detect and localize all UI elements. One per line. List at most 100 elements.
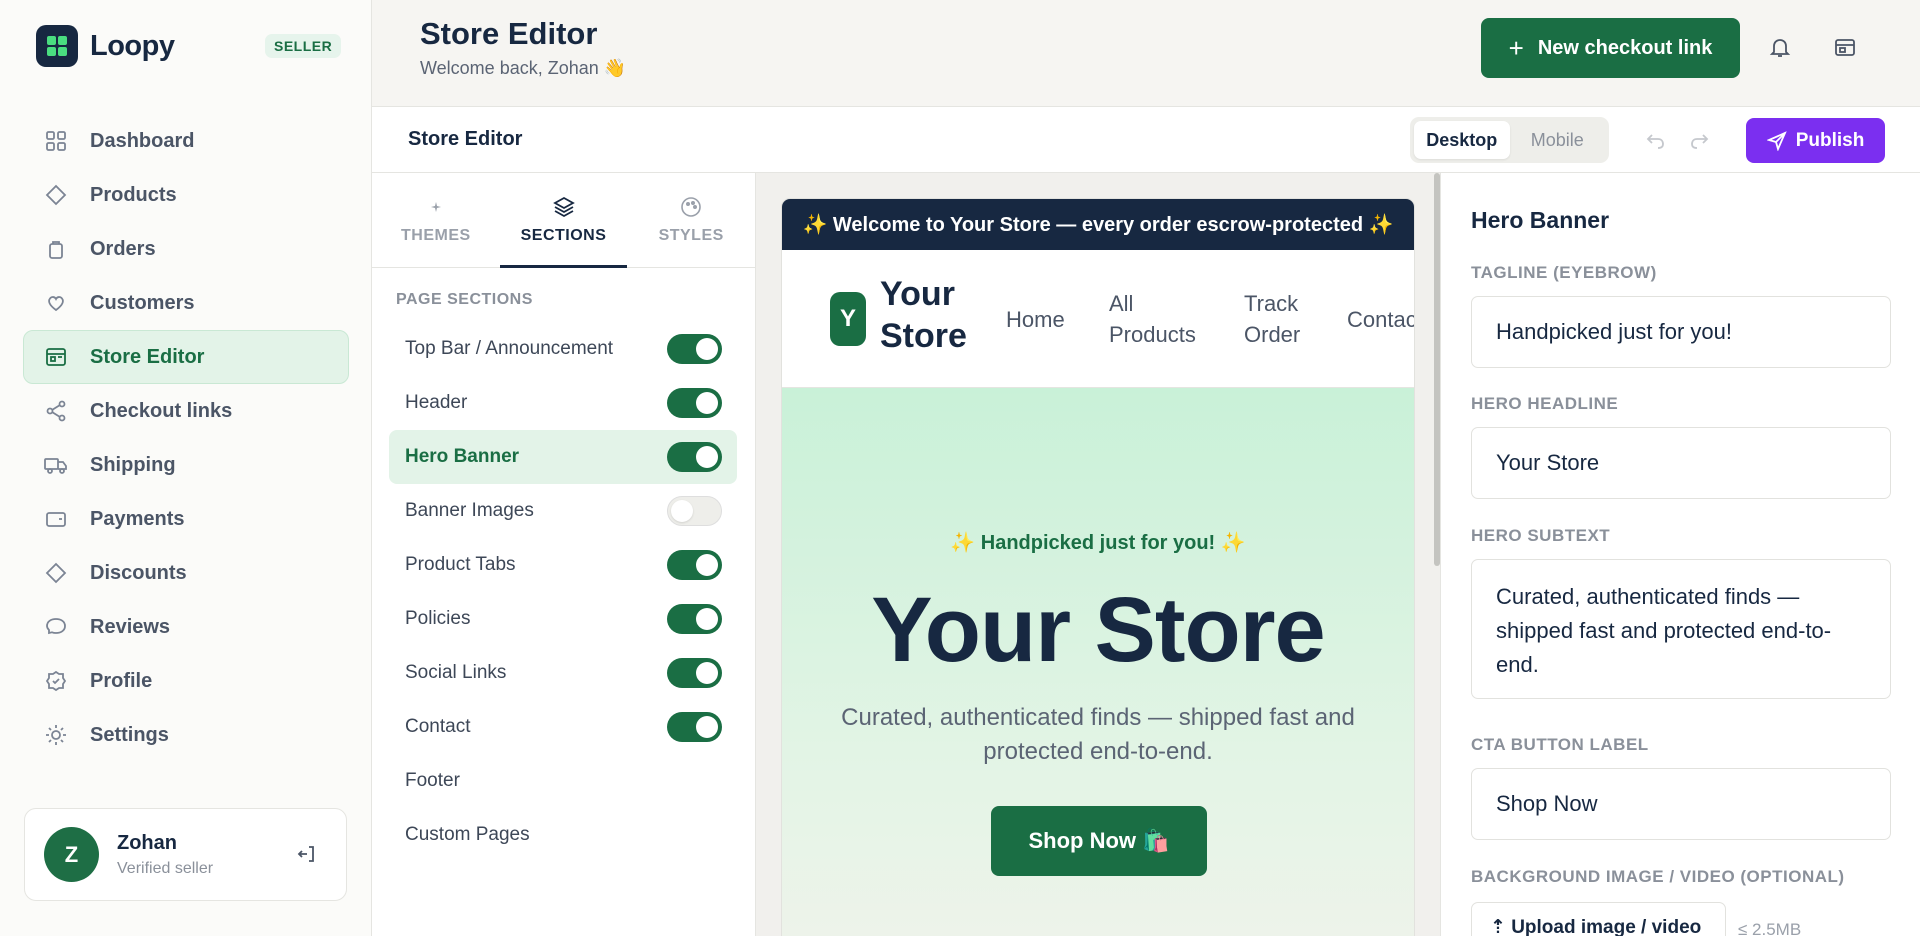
hero-cta-button[interactable]: Shop Now 🛍️ bbox=[991, 806, 1207, 876]
tab-label: SECTIONS bbox=[520, 227, 607, 244]
store-nav-contact[interactable]: Contact bbox=[1347, 250, 1414, 388]
sidebar-item-orders[interactable]: Orders bbox=[23, 222, 349, 276]
sidebar-item-customers[interactable]: Customers bbox=[23, 276, 349, 330]
cta-label: CTA BUTTON LABEL bbox=[1471, 735, 1649, 754]
section-label: Contact bbox=[405, 716, 471, 737]
upload-button[interactable]: ⇡ Upload image / video bbox=[1471, 902, 1726, 936]
section-list: Top Bar / Announcement Header Hero Banne… bbox=[372, 322, 755, 862]
plus-icon: + bbox=[1508, 32, 1524, 63]
desktop-view-button[interactable]: Desktop bbox=[1414, 121, 1510, 159]
mobile-view-button[interactable]: Mobile bbox=[1510, 121, 1606, 159]
brand[interactable]: Loopy bbox=[36, 25, 175, 67]
subtext-textarea[interactable]: Curated, authenticated finds — shipped f… bbox=[1471, 559, 1891, 699]
section-row-custom-pages[interactable]: Custom Pages bbox=[389, 808, 737, 862]
sidebar-item-label: Checkout links bbox=[90, 399, 233, 422]
tab-themes[interactable]: THEMES bbox=[372, 173, 500, 267]
sidebar-item-products[interactable]: Products bbox=[23, 168, 349, 222]
section-row-banner-images[interactable]: Banner Images bbox=[389, 484, 737, 538]
sidebar-nav: Dashboard Products Orders Customers Stor… bbox=[23, 114, 349, 762]
section-row-social-links[interactable]: Social Links bbox=[389, 646, 737, 700]
section-row-contact[interactable]: Contact bbox=[389, 700, 737, 754]
section-label: Header bbox=[405, 392, 468, 413]
section-toggle[interactable] bbox=[667, 712, 722, 742]
sidebar-item-label: Shipping bbox=[90, 453, 176, 476]
section-row-policies[interactable]: Policies bbox=[389, 592, 737, 646]
editor-title: Store Editor bbox=[408, 128, 523, 150]
tab-sections[interactable]: SECTIONS bbox=[499, 173, 628, 268]
section-label: Product Tabs bbox=[405, 554, 516, 575]
top-header: Store Editor Welcome back, Zohan 👋 + New… bbox=[372, 0, 1920, 107]
sidebar-item-label: Store Editor bbox=[90, 345, 205, 368]
section-toggle[interactable] bbox=[667, 442, 722, 472]
sidebar-item-payments[interactable]: Payments bbox=[23, 492, 349, 546]
sidebar-item-reviews[interactable]: Reviews bbox=[23, 600, 349, 654]
bell-icon[interactable] bbox=[1766, 33, 1794, 61]
tag-icon bbox=[44, 561, 68, 585]
undo-icon[interactable] bbox=[1644, 129, 1666, 156]
new-checkout-link-label: New checkout link bbox=[1537, 36, 1713, 59]
logout-icon[interactable] bbox=[296, 843, 318, 870]
user-info: Zohan Verified seller bbox=[117, 832, 213, 878]
section-label: Banner Images bbox=[405, 500, 534, 521]
user-name: Zohan bbox=[117, 831, 177, 854]
new-checkout-link-button[interactable]: + New checkout link bbox=[1481, 18, 1740, 78]
store-nav-all-products[interactable]: All Products bbox=[1109, 250, 1209, 388]
sparkle-icon bbox=[428, 195, 444, 219]
background-label: BACKGROUND IMAGE / VIDEO (OPTIONAL) bbox=[1471, 867, 1845, 886]
sidebar: Loopy SELLER Dashboard Products Orders C… bbox=[0, 0, 372, 936]
welcome-text: Welcome back, Zohan 👋 bbox=[420, 58, 627, 78]
tab-styles[interactable]: STYLES bbox=[627, 173, 755, 267]
palette-icon bbox=[680, 195, 702, 219]
section-row-top-bar[interactable]: Top Bar / Announcement bbox=[389, 322, 737, 376]
sidebar-item-label: Settings bbox=[90, 723, 169, 746]
send-icon bbox=[1766, 130, 1787, 151]
section-row-header[interactable]: Header bbox=[389, 376, 737, 430]
section-row-footer[interactable]: Footer bbox=[389, 754, 737, 808]
sidebar-item-discounts[interactable]: Discounts bbox=[23, 546, 349, 600]
section-toggle[interactable] bbox=[667, 388, 722, 418]
sidebar-item-settings[interactable]: Settings bbox=[23, 708, 349, 762]
hero-banner[interactable]: ✨ Handpicked just for you! ✨ Your Store … bbox=[782, 388, 1414, 936]
section-toggle[interactable] bbox=[667, 334, 722, 364]
brand-logo-icon bbox=[36, 25, 78, 67]
badge-icon bbox=[44, 669, 68, 693]
share-icon bbox=[44, 399, 68, 423]
sidebar-item-shipping[interactable]: Shipping bbox=[23, 438, 349, 492]
store-nav-home[interactable]: Home bbox=[1006, 250, 1065, 388]
sidebar-item-store-editor[interactable]: Store Editor bbox=[23, 330, 349, 384]
store-name: Your Store bbox=[880, 275, 967, 355]
wallet-icon bbox=[44, 507, 68, 531]
section-label: Social Links bbox=[405, 662, 507, 683]
cta-input[interactable]: Shop Now bbox=[1471, 768, 1891, 840]
sidebar-item-dashboard[interactable]: Dashboard bbox=[23, 114, 349, 168]
section-row-hero-banner[interactable]: Hero Banner bbox=[389, 430, 737, 484]
sidebar-item-label: Discounts bbox=[90, 561, 187, 584]
sections-panel: THEMES SECTIONS STYLES PAGE SECTIONS Top… bbox=[372, 173, 756, 936]
headline-input[interactable]: Your Store bbox=[1471, 427, 1891, 499]
user-card: Z Zohan Verified seller bbox=[24, 808, 347, 901]
section-toggle[interactable] bbox=[667, 496, 722, 526]
store-nav-track-order[interactable]: Track Order bbox=[1244, 250, 1324, 388]
sidebar-item-label: Customers bbox=[90, 291, 195, 314]
section-row-product-tabs[interactable]: Product Tabs bbox=[389, 538, 737, 592]
section-toggle[interactable] bbox=[667, 658, 722, 688]
sidebar-item-label: Profile bbox=[90, 669, 153, 692]
tagline-input[interactable]: Handpicked just for you! bbox=[1471, 296, 1891, 368]
section-toggle[interactable] bbox=[667, 550, 722, 580]
preview-area: ✨ Welcome to Your Store — every order es… bbox=[756, 173, 1440, 936]
store-header[interactable]: Y Your Store Home All Products Track Ord… bbox=[782, 250, 1414, 388]
properties-title: Hero Banner bbox=[1471, 207, 1610, 233]
sidebar-item-profile[interactable]: Profile bbox=[23, 654, 349, 708]
section-toggle[interactable] bbox=[667, 604, 722, 634]
publish-button[interactable]: Publish bbox=[1746, 118, 1885, 163]
tab-label: STYLES bbox=[658, 227, 724, 244]
redo-icon[interactable] bbox=[1689, 129, 1711, 156]
upload-size-hint: ≤ 2.5MB bbox=[1738, 920, 1802, 936]
sidebar-item-label: Reviews bbox=[90, 615, 171, 638]
sidebar-item-checkout-links[interactable]: Checkout links bbox=[23, 384, 349, 438]
store-logo: Y bbox=[830, 292, 866, 346]
announcement-bar[interactable]: ✨ Welcome to Your Store — every order es… bbox=[782, 199, 1414, 250]
section-label: Top Bar / Announcement bbox=[405, 338, 614, 359]
storefront-icon[interactable] bbox=[1831, 33, 1859, 61]
properties-panel: Hero Banner TAGLINE (EYEBROW) Handpicked… bbox=[1440, 173, 1920, 936]
